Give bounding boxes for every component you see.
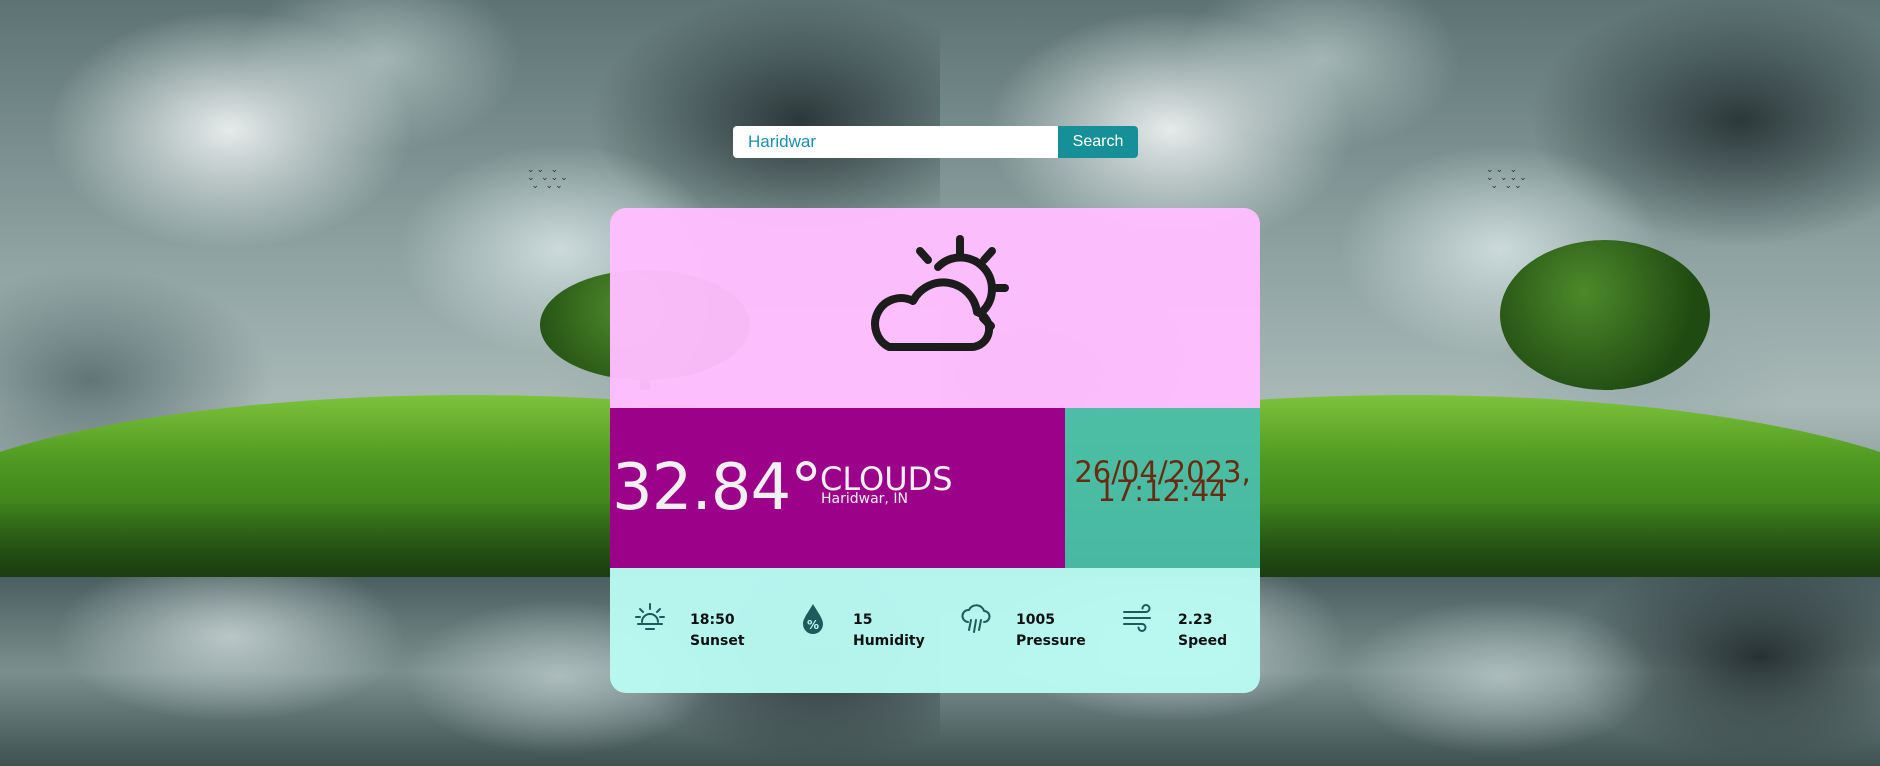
humidity-value: 15 xyxy=(853,612,873,628)
search-input[interactable] xyxy=(733,126,1058,158)
search-button[interactable]: Search xyxy=(1058,126,1138,158)
sunset-value: 18:50 xyxy=(690,612,735,628)
sunset-icon xyxy=(635,603,665,630)
wind-speed-value: 2.23 xyxy=(1178,612,1213,628)
svg-text:%: % xyxy=(807,618,819,632)
sunset-label: Sunset xyxy=(690,633,745,649)
temperature-value: 32.84° xyxy=(612,451,822,525)
datetime-panel: 26/04/2023, 17:12:44 xyxy=(1065,408,1260,568)
location-label: Haridwar, IN xyxy=(821,491,908,507)
birds: ⌄⌄ ⌄ ⌄ ⌄⌄⌄ ⌄ ⌄⌄ xyxy=(1486,164,1529,190)
humidity-label: Humidity xyxy=(853,633,925,649)
pressure-value: 1005 xyxy=(1016,612,1055,628)
search-bar: Search xyxy=(733,126,1138,158)
stats-panel: 18:50 Sunset % 15 Humidity 1005 Pressure… xyxy=(610,568,1260,693)
wind-icon xyxy=(1123,604,1151,632)
weather-icon-panel xyxy=(610,208,1260,408)
weather-card: 32.84° CLOUDS Haridwar, IN 26/04/2023, 1… xyxy=(610,208,1260,693)
pressure-icon xyxy=(961,604,991,633)
birds: ⌄⌄ ⌄ ⌄ ⌄⌄⌄ ⌄ ⌄⌄ xyxy=(527,164,570,190)
humidity-icon: % xyxy=(803,604,823,634)
partly-cloudy-icon xyxy=(871,235,1009,352)
wind-speed-label: Speed xyxy=(1178,633,1228,649)
temperature-panel: 32.84° CLOUDS Haridwar, IN xyxy=(610,408,1065,568)
pressure-label: Pressure xyxy=(1016,633,1086,649)
datetime: 26/04/2023, 17:12:44 xyxy=(1065,458,1260,506)
tree-crown xyxy=(1500,240,1710,390)
